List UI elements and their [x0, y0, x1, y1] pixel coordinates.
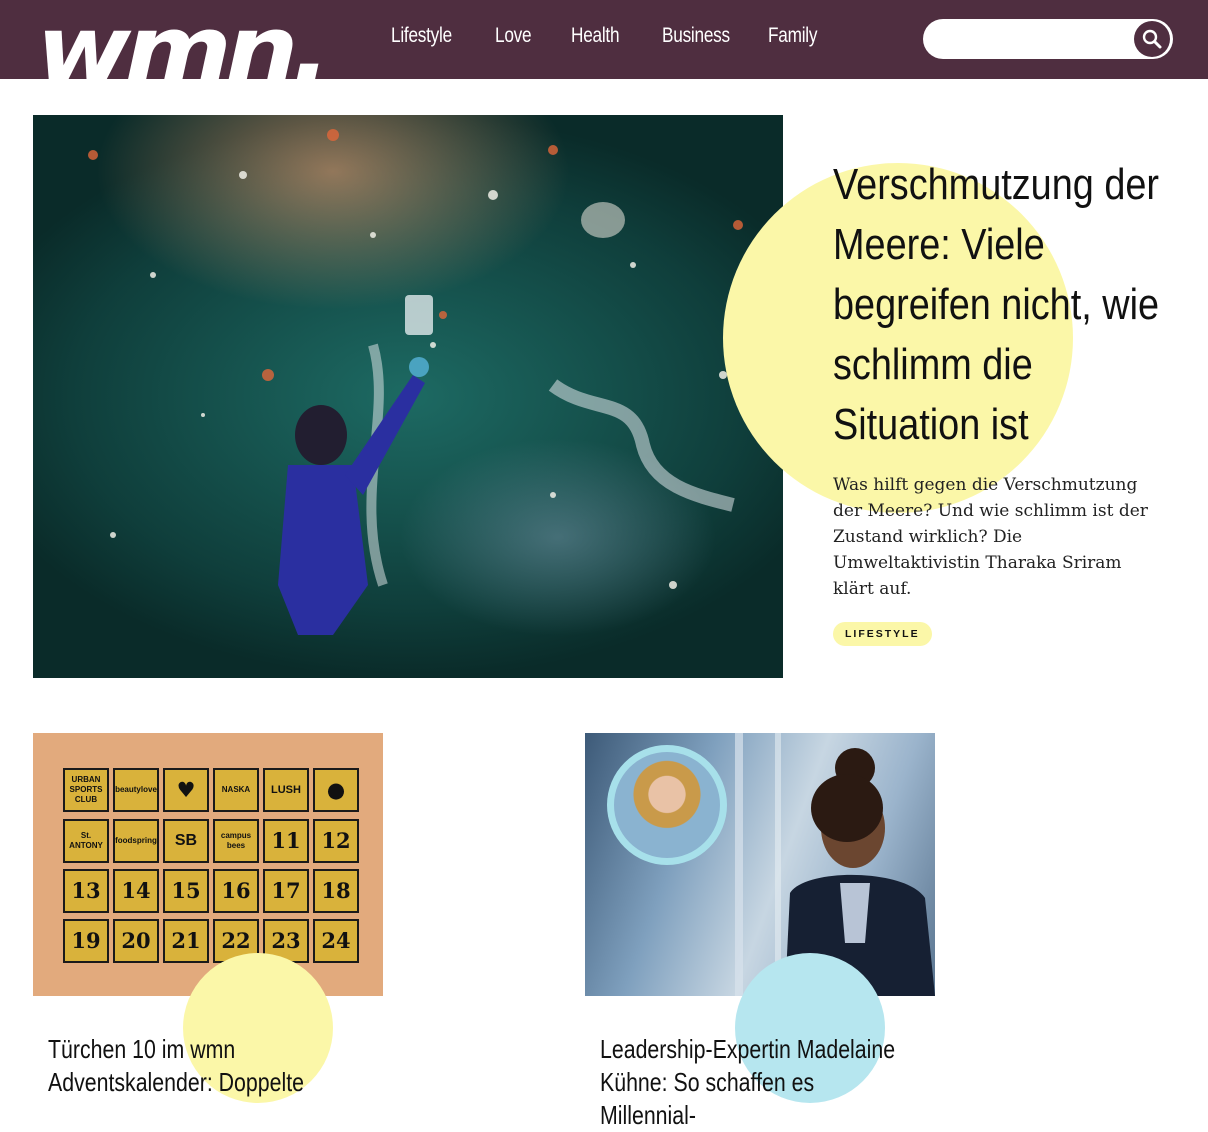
nav-item-health[interactable]: Health	[571, 24, 620, 48]
calendar-tile: 24	[313, 919, 359, 963]
calendar-tile: beautylove	[113, 768, 159, 812]
category-tag[interactable]: LIFESTYLE	[833, 622, 932, 646]
advent-calendar-image[interactable]: URBAN SPORTS CLUB beautylove ♥ NASKA LUS…	[33, 733, 383, 996]
calendar-tile: LUSH	[263, 768, 309, 812]
calendar-tile: SB	[163, 819, 209, 863]
nav-item-love[interactable]: Love	[495, 24, 532, 48]
calendar-tile: URBAN SPORTS CLUB	[63, 768, 109, 812]
search-button[interactable]	[1134, 21, 1170, 57]
site-header: wmn. Lifestyle Love Health Business Fami…	[0, 0, 1208, 79]
card-title[interactable]: Leadership-Expertin Madelaine Kühne: So …	[600, 1033, 912, 1132]
calendar-tile: 18	[313, 869, 359, 913]
heart-logo-icon: ♥	[176, 777, 196, 802]
badge-logo-icon: ●	[326, 777, 346, 802]
calendar-tile: 21	[163, 919, 209, 963]
calendar-tile: 17	[263, 869, 309, 913]
calendar-tile: ●	[313, 768, 359, 812]
calendar-tile: 15	[163, 869, 209, 913]
calendar-tile: 11	[263, 819, 309, 863]
search-box	[923, 19, 1173, 59]
search-icon	[1142, 29, 1162, 49]
calendar-tile: St. ANTONY	[63, 819, 109, 863]
hero-title[interactable]: Verschmutzung der Meere: Viele begreifen…	[833, 155, 1160, 455]
calendar-tile: 20	[113, 919, 159, 963]
calendar-tile: 16	[213, 869, 259, 913]
calendar-tile: campus bees	[213, 819, 259, 863]
calendar-tile: ♥	[163, 768, 209, 812]
ocean-pollution-illustration	[88, 129, 743, 635]
calendar-tile: 14	[113, 869, 159, 913]
card-title[interactable]: Türchen 10 im wmn Adventskalender: Doppe…	[48, 1033, 360, 1099]
nav-item-lifestyle[interactable]: Lifestyle	[391, 24, 452, 48]
calendar-tile: NASKA	[213, 768, 259, 812]
calendar-tile: 12	[313, 819, 359, 863]
calendar-tile: foodspring	[113, 819, 159, 863]
hero-description: Was hilft gegen die Verschmutzung der Me…	[833, 475, 1148, 599]
nav-item-family[interactable]: Family	[768, 24, 817, 48]
hero-image[interactable]	[33, 115, 783, 678]
site-logo[interactable]: wmn.	[36, 4, 331, 80]
nav-item-business[interactable]: Business	[662, 24, 730, 48]
calendar-tile: 19	[63, 919, 109, 963]
search-input[interactable]	[937, 27, 1131, 53]
author-avatar[interactable]	[614, 752, 720, 858]
calendar-tile: 13	[63, 869, 109, 913]
